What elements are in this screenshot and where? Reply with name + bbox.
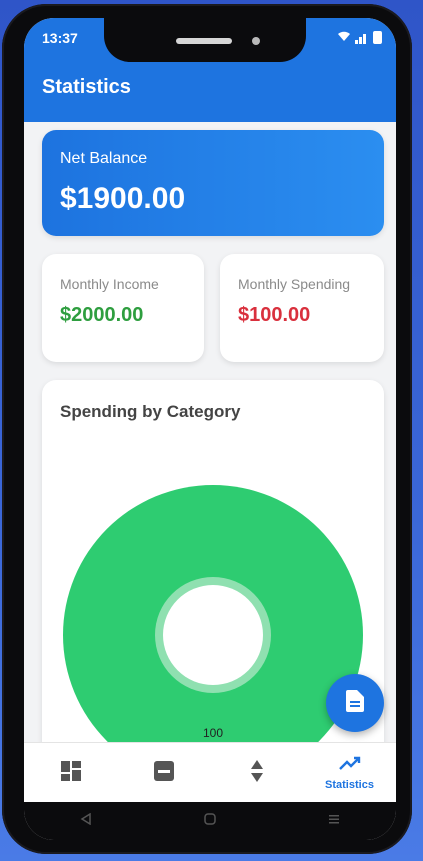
nav-statistics-label: Statistics: [325, 778, 374, 791]
dashboard-icon: [60, 760, 81, 786]
home-icon[interactable]: [204, 812, 216, 830]
monthly-spending-card: Monthly Spending $100.00: [220, 254, 384, 362]
donut-hole: [163, 585, 263, 685]
monthly-income-label: Monthly Income: [60, 276, 159, 292]
minus-box-icon: [153, 760, 174, 786]
pie-data-label: 100: [203, 726, 223, 740]
monthly-spending-label: Monthly Spending: [238, 276, 351, 292]
monthly-income-value: $2000.00: [60, 304, 144, 326]
wifi-icon: [337, 30, 351, 45]
trending-up-icon: [338, 756, 361, 775]
bottom-navigation: Statistics: [24, 742, 396, 802]
nav-expenses[interactable]: [117, 743, 210, 803]
recents-icon[interactable]: [328, 812, 340, 830]
content-area[interactable]: Net Balance $1900.00 Monthly Income $200…: [24, 122, 396, 742]
camera: [252, 37, 260, 45]
net-balance-label: Net Balance: [60, 150, 148, 167]
page-title: Statistics: [42, 76, 131, 98]
status-icons: [337, 30, 382, 45]
battery-icon: [373, 31, 382, 44]
sort-arrows-icon: [250, 759, 264, 787]
net-balance-card: Net Balance $1900.00: [42, 130, 384, 236]
phone-screen: 13:37 Statistics Net Balance $1900.00 Mo…: [24, 18, 396, 840]
back-icon[interactable]: [80, 812, 92, 830]
status-bar: 13:37: [24, 18, 396, 62]
app-bar: Statistics: [24, 62, 396, 122]
monthly-income-card: Monthly Income $2000.00: [42, 254, 204, 362]
nav-transactions[interactable]: [210, 743, 303, 803]
signal-icon: [355, 32, 369, 44]
monthly-spending-value: $100.00: [238, 304, 311, 326]
system-navigation-bar: [24, 802, 396, 840]
nav-statistics[interactable]: Statistics: [303, 743, 396, 803]
report-fab-button[interactable]: [326, 674, 384, 732]
speaker: [176, 38, 232, 44]
phone-frame: 13:37 Statistics Net Balance $1900.00 Mo…: [2, 4, 412, 854]
notch: [104, 18, 306, 62]
net-balance-value: $1900.00: [60, 182, 186, 215]
nav-dashboard[interactable]: [24, 743, 117, 803]
document-icon: [346, 689, 364, 717]
status-time: 13:37: [42, 30, 78, 46]
